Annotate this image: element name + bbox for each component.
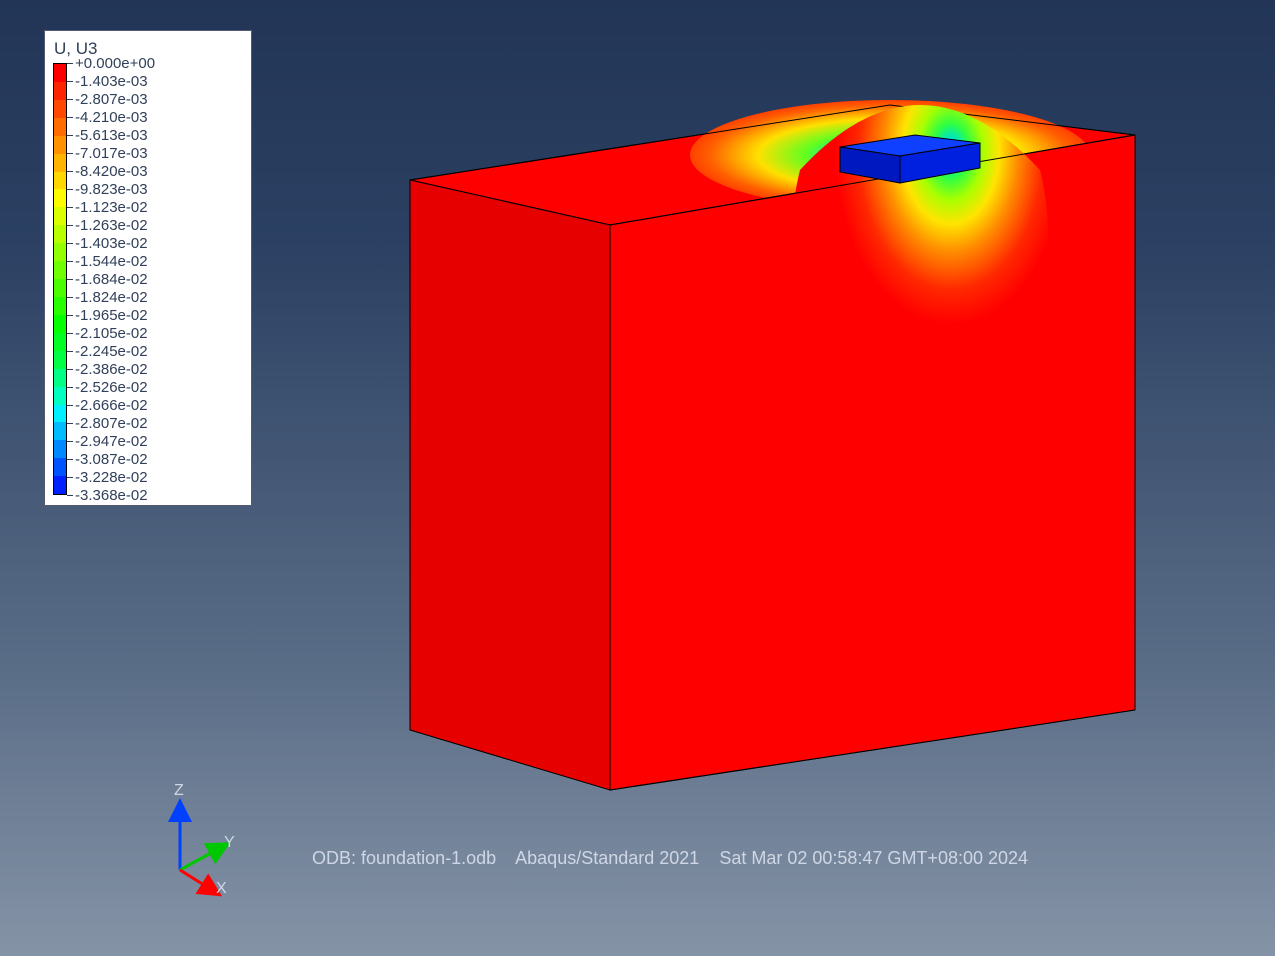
view-orientation-triad[interactable]: Z Y X bbox=[150, 780, 240, 900]
legend-value: -3.087e-02 bbox=[75, 452, 148, 467]
legend-value: -1.403e-03 bbox=[75, 74, 148, 89]
axis-x-label: X bbox=[216, 880, 227, 898]
odb-date: Sat Mar 02 00:58:47 GMT+08:00 2024 bbox=[719, 848, 1028, 868]
legend-value: -4.210e-03 bbox=[75, 110, 148, 125]
legend-value: -1.684e-02 bbox=[75, 272, 148, 287]
fem-model-rendering[interactable] bbox=[300, 70, 1200, 810]
status-block: ODB: foundation-1.odb Abaqus/Standard 20… bbox=[282, 780, 1028, 956]
legend-value: -2.105e-02 bbox=[75, 326, 148, 341]
legend-value: -2.666e-02 bbox=[75, 398, 148, 413]
solver-name: Abaqus/Standard 2021 bbox=[515, 848, 699, 868]
color-bar bbox=[53, 63, 67, 495]
legend-value: -2.807e-03 bbox=[75, 92, 148, 107]
legend-value: -3.228e-02 bbox=[75, 470, 148, 485]
legend-value: -2.947e-02 bbox=[75, 434, 148, 449]
legend-value: -1.965e-02 bbox=[75, 308, 148, 323]
legend-value: -1.263e-02 bbox=[75, 218, 148, 233]
legend-value: -5.613e-03 bbox=[75, 128, 148, 143]
legend-value: -1.544e-02 bbox=[75, 254, 148, 269]
axis-z-label: Z bbox=[174, 782, 184, 800]
legend-value: -3.368e-02 bbox=[75, 488, 148, 503]
legend-value: -2.526e-02 bbox=[75, 380, 148, 395]
legend-value: -9.823e-03 bbox=[75, 182, 148, 197]
legend-value: -2.386e-02 bbox=[75, 362, 148, 377]
legend-value: -1.403e-02 bbox=[75, 236, 148, 251]
legend-value: -7.017e-03 bbox=[75, 146, 148, 161]
contour-legend: U, U3 +0.000e+00-1.403e-03-2.807e-03-4.2… bbox=[44, 30, 252, 506]
legend-value: -1.824e-02 bbox=[75, 290, 148, 305]
axis-y-label: Y bbox=[224, 834, 235, 852]
legend-value: -2.245e-02 bbox=[75, 344, 148, 359]
legend-value: -8.420e-03 bbox=[75, 164, 148, 179]
viewport-3d[interactable]: U, U3 +0.000e+00-1.403e-03-2.807e-03-4.2… bbox=[0, 0, 1275, 956]
legend-value: -1.123e-02 bbox=[75, 200, 148, 215]
odb-file: ODB: foundation-1.odb bbox=[312, 848, 496, 868]
legend-value: +0.000e+00 bbox=[75, 56, 155, 71]
legend-value: -2.807e-02 bbox=[75, 416, 148, 431]
